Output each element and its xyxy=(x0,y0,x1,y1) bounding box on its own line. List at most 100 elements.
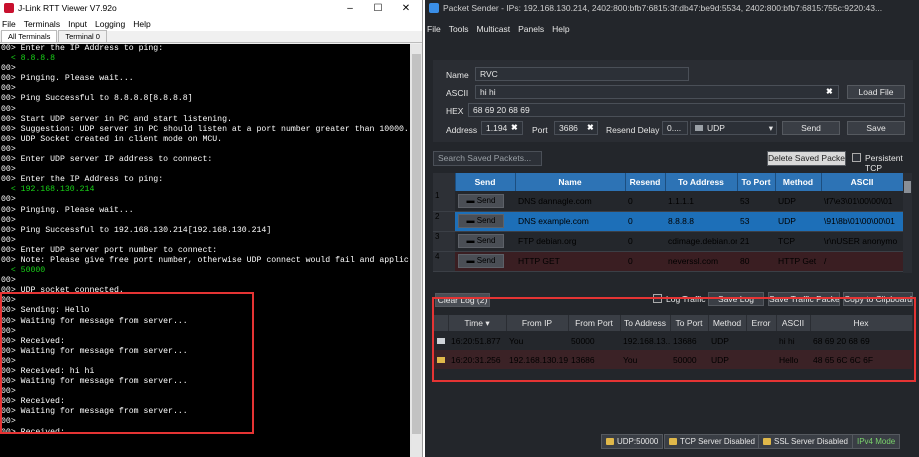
packets-header-row: Send Name Resend To Address To Port Meth… xyxy=(433,173,904,191)
maximize-icon[interactable]: ☐ xyxy=(364,3,392,14)
status-ipv4-mode[interactable]: IPv4 Mode xyxy=(852,434,901,449)
clear-ascii-icon[interactable]: ✖ xyxy=(826,87,833,96)
send-button[interactable]: Send xyxy=(782,121,840,135)
menu-file[interactable]: File xyxy=(2,19,16,29)
terminal-scrollbar[interactable] xyxy=(410,44,422,457)
ps-menu-panels[interactable]: Panels xyxy=(518,24,544,34)
packets-scrollbar[interactable] xyxy=(903,173,912,273)
delete-saved-packet-button[interactable]: Delete Saved Packet xyxy=(767,151,846,166)
cell-resend: 0 xyxy=(625,251,665,272)
hex-label: HEX xyxy=(446,106,464,116)
row-send-label: Send xyxy=(476,236,496,245)
highlight-box-terminal xyxy=(0,292,254,434)
ascii-label: ASCII xyxy=(446,88,469,98)
row-index: 4 xyxy=(433,251,455,272)
name-label: Name xyxy=(446,70,469,80)
cell-to-address: neverssl.com xyxy=(665,251,737,272)
menu-logging[interactable]: Logging xyxy=(95,19,125,29)
terminal-line: 00> xyxy=(1,235,16,245)
terminal-line: < 8.8.8.8 xyxy=(1,54,56,64)
jlink-menubar: File Terminals Input Logging Help xyxy=(0,16,422,31)
terminal-tabs: All Terminals Terminal 0 xyxy=(0,30,422,43)
menu-input[interactable]: Input xyxy=(68,19,87,29)
clear-address-icon[interactable]: ✖ xyxy=(511,123,518,132)
highlight-box-log xyxy=(432,297,916,382)
terminal-line: 00> xyxy=(1,84,16,94)
tab-all-terminals[interactable]: All Terminals xyxy=(1,30,58,42)
table-row[interactable]: 3 ▬ Send FTP debian.org 0 cdimage.debian… xyxy=(433,231,903,252)
scrollbar-thumb[interactable] xyxy=(412,54,421,434)
load-file-button[interactable]: Load File xyxy=(847,85,905,99)
row-index: 2 xyxy=(433,211,455,232)
terminal-line: 00> Pinging. Please wait... xyxy=(1,205,134,215)
clear-port-icon[interactable]: ✖ xyxy=(587,123,594,132)
save-button[interactable]: Save xyxy=(847,121,905,135)
jlink-titlebar: J-Link RTT Viewer V7.92o – ☐ ✕ xyxy=(0,0,422,16)
table-row[interactable]: 1 ▬ Send DNS dannagle.com 0 1.1.1.1 53 U… xyxy=(433,191,903,212)
ps-menu-file[interactable]: File xyxy=(427,24,441,34)
ps-menu-multicast[interactable]: Multicast xyxy=(477,24,511,34)
close-icon[interactable]: ✕ xyxy=(392,3,420,14)
cell-to-port: 21 xyxy=(737,231,775,252)
cell-method: HTTP Get xyxy=(775,251,821,272)
row-send-button[interactable]: ▬ Send xyxy=(458,214,504,228)
cell-method: UDP xyxy=(775,211,821,232)
packet-sender-app-icon xyxy=(429,3,439,13)
status-tcp-server[interactable]: TCP Server Disabled xyxy=(664,434,760,449)
terminal-line: 00> Enter the IP Address to ping: xyxy=(1,175,164,185)
address-label: Address xyxy=(446,125,478,135)
ps-titlebar: Packet Sender - IPs: 192.168.130.214, 24… xyxy=(425,0,919,16)
row-send-button[interactable]: ▬ Send xyxy=(458,254,504,268)
row-index: 1 xyxy=(433,191,455,212)
cell-to-address: 8.8.8.8 xyxy=(665,211,737,232)
cell-ascii: \91\8b\01\00\00\01 xyxy=(821,211,903,232)
cell-ascii: / xyxy=(821,251,903,272)
cell-name: FTP debian.org xyxy=(515,231,625,252)
ps-menubar: File Tools Multicast Panels Help xyxy=(425,21,919,36)
terminal-line: 00> Pinging. Please wait... xyxy=(1,74,134,84)
protocol-value: UDP xyxy=(707,123,725,133)
table-row[interactable]: 4 ▬ Send HTTP GET 0 neverssl.com 80 HTTP… xyxy=(433,251,903,272)
persistent-tcp-checkbox[interactable] xyxy=(852,153,861,162)
menu-terminals[interactable]: Terminals xyxy=(24,19,60,29)
search-saved-packets-input[interactable]: Search Saved Packets... xyxy=(433,151,542,166)
terminal-line: < 192.168.130.214 xyxy=(1,185,95,195)
cell-resend: 0 xyxy=(625,231,665,252)
tcp-status-icon xyxy=(669,438,677,446)
name-field[interactable]: RVC xyxy=(475,67,689,81)
status-udp[interactable]: UDP:50000 xyxy=(601,434,664,449)
packets-header-index xyxy=(433,173,456,191)
resend-delay-field[interactable]: 0.... xyxy=(662,121,688,135)
header-name[interactable]: Name xyxy=(515,173,626,191)
terminal-line: 00> xyxy=(1,144,16,154)
persistent-tcp-label: Persistent TCP xyxy=(865,153,903,173)
hex-field[interactable]: 68 69 20 68 69 xyxy=(468,103,905,117)
ps-menu-tools[interactable]: Tools xyxy=(449,24,469,34)
menu-help[interactable]: Help xyxy=(133,19,150,29)
cell-resend: 0 xyxy=(625,191,665,212)
row-send-button[interactable]: ▬ Send xyxy=(458,234,504,248)
status-ssl-server[interactable]: SSL Server Disabled xyxy=(758,434,853,449)
terminal-line: 00> Enter UDP server IP address to conne… xyxy=(1,155,213,165)
header-method[interactable]: Method xyxy=(775,173,822,191)
packets-scrollbar-thumb[interactable] xyxy=(904,181,911,193)
protocol-select[interactable]: UDP ▾ xyxy=(690,121,777,135)
header-resend[interactable]: Resend xyxy=(625,173,666,191)
minimize-icon[interactable]: – xyxy=(336,3,364,14)
header-to-port[interactable]: To Port xyxy=(737,173,776,191)
cell-ascii: \r\nUSER anonymo xyxy=(821,231,903,252)
tab-terminal-0[interactable]: Terminal 0 xyxy=(58,30,107,42)
jlink-title: J-Link RTT Viewer V7.92o xyxy=(18,3,117,13)
ps-menu-help[interactable]: Help xyxy=(552,24,569,34)
terminal-line: 00> xyxy=(1,215,16,225)
row-send-button[interactable]: ▬ Send xyxy=(458,193,504,208)
ascii-field[interactable]: hi hi xyxy=(475,85,839,99)
terminal-line: 00> Start UDP server in PC and start lis… xyxy=(1,114,232,124)
header-send[interactable]: Send xyxy=(455,173,516,191)
header-to-address[interactable]: To Address xyxy=(665,173,738,191)
cell-name: DNS example.com xyxy=(515,211,625,232)
udp-status-icon xyxy=(606,438,614,446)
status-tcp-label: TCP Server Disabled xyxy=(680,437,755,446)
table-row[interactable]: 2 ▬ Send DNS example.com 0 8.8.8.8 53 UD… xyxy=(433,211,903,232)
header-ascii[interactable]: ASCII xyxy=(821,173,904,191)
